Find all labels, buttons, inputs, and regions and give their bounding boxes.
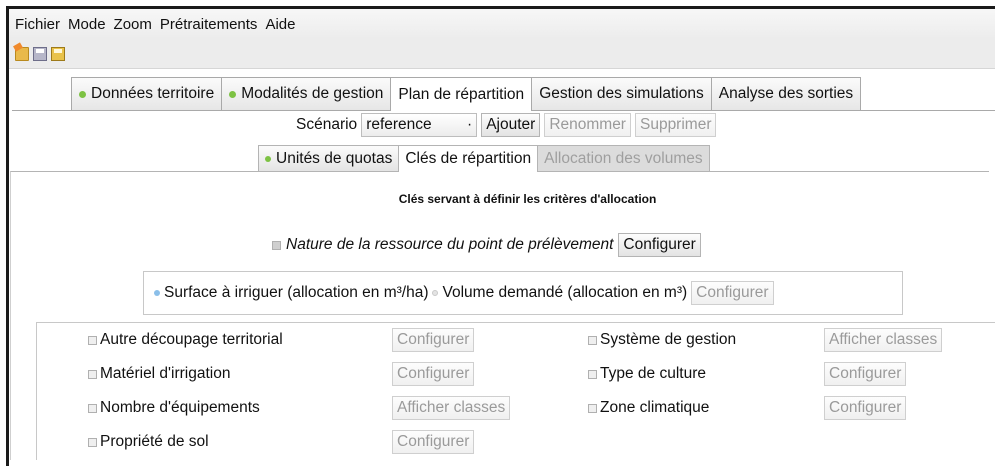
criterion-label: Nombre d'équipements	[100, 399, 260, 416]
zone-climatique-configure-button[interactable]: Configurer	[824, 396, 907, 420]
criterion-label: Matériel d'irrigation	[100, 365, 231, 382]
criterion-autre-decoupage: Autre découpage territorial	[88, 327, 283, 353]
criterion-nombre-equipements: Nombre d'équipements	[88, 395, 260, 421]
tab-donnees-territoire[interactable]: Données territoire	[71, 77, 223, 110]
tab-label: Unités de quotas	[276, 149, 393, 167]
autre-decoupage-configure-button[interactable]: Configurer	[392, 328, 475, 352]
criterion-checkbox[interactable]	[588, 369, 597, 379]
surface-radio-label: Surface à irriguer (allocation en m³/ha)	[164, 284, 429, 301]
dropdown-arrow-icon: ·	[467, 115, 473, 133]
nature-ressource-checkbox[interactable]	[272, 240, 281, 250]
tab-label: Données territoire	[91, 85, 215, 102]
save-as-icon[interactable]	[51, 46, 65, 61]
criterion-materiel-irrigation: Matériel d'irrigation	[88, 361, 230, 387]
allocation-mode-group: Surface à irriguer (allocation en m³/ha)…	[143, 271, 903, 315]
toolbar	[9, 39, 995, 69]
criterion-label: Autre découpage territorial	[100, 331, 283, 348]
criterion-checkbox[interactable]	[88, 437, 97, 447]
volume-radio[interactable]	[432, 290, 439, 296]
menu-bar: Fichier Mode Zoom Prétraitements Aide	[9, 9, 995, 39]
tab-cles-de-repartition[interactable]: Clés de répartition	[398, 145, 539, 172]
criterion-label: Zone climatique	[600, 399, 710, 416]
scenario-row: Scénario reference · Ajouter Renommer Su…	[296, 112, 717, 137]
tab-label: Plan de répartition	[398, 85, 525, 103]
nature-configure-button[interactable]: Configurer	[618, 233, 701, 257]
criterion-propriete-sol: Propriété de sol	[88, 429, 209, 455]
menu-mode[interactable]: Mode	[68, 16, 106, 33]
scenario-label: Scénario	[296, 115, 358, 133]
criterion-systeme-gestion: Système de gestion	[588, 327, 736, 353]
criterion-type-culture: Type de culture	[588, 361, 706, 387]
criterion-checkbox[interactable]	[588, 403, 597, 413]
criterion-checkbox[interactable]	[88, 335, 97, 345]
criterion-checkbox[interactable]	[588, 335, 597, 345]
criterion-checkbox[interactable]	[88, 403, 97, 413]
tab-modalites-de-gestion[interactable]: Modalités de gestion	[221, 77, 392, 110]
tab-plan-de-repartition[interactable]: Plan de répartition	[390, 77, 533, 111]
tab-label: Analyse des sorties	[718, 85, 854, 102]
status-dot-icon	[265, 155, 271, 162]
tab-label: Gestion des simulations	[539, 85, 704, 102]
menu-fichier[interactable]: Fichier	[15, 16, 60, 33]
tab-label: Modalités de gestion	[241, 85, 384, 102]
delete-scenario-button[interactable]: Supprimer	[634, 112, 717, 137]
surface-radio[interactable]	[154, 290, 160, 296]
criterion-label: Propriété de sol	[100, 433, 209, 450]
tab-gestion-des-simulations[interactable]: Gestion des simulations	[531, 77, 712, 110]
allocation-configure-button[interactable]: Configurer	[691, 281, 774, 305]
scenario-value: reference	[366, 115, 432, 133]
tab-label: Allocation des volumes	[544, 149, 703, 167]
open-folder-icon[interactable]	[15, 46, 29, 61]
main-tab-bar: Données territoire Modalités de gestion …	[71, 77, 862, 111]
menu-pretraitements[interactable]: Prétraitements	[160, 16, 258, 33]
criterion-zone-climatique: Zone climatique	[588, 395, 709, 421]
criterion-label: Type de culture	[600, 365, 706, 382]
volume-radio-label: Volume demandé (allocation en m³)	[442, 284, 688, 301]
propriete-sol-configure-button[interactable]: Configurer	[392, 430, 475, 454]
systeme-gestion-classes-button[interactable]: Afficher classes	[824, 328, 943, 352]
add-scenario-button[interactable]: Ajouter	[481, 112, 541, 137]
section-heading: Clés servant à définir les critères d'al…	[398, 192, 657, 206]
rename-scenario-button[interactable]: Renommer	[544, 112, 631, 137]
criterion-checkbox[interactable]	[88, 369, 97, 379]
scenario-select[interactable]: reference ·	[361, 112, 478, 137]
sub-tab-bar: Unités de quotas Clés de répartition All…	[258, 145, 710, 172]
status-dot-icon	[229, 90, 237, 98]
tab-analyse-des-sorties[interactable]: Analyse des sorties	[710, 77, 862, 110]
tab-unites-de-quotas[interactable]: Unités de quotas	[258, 145, 400, 171]
status-dot-icon	[79, 90, 86, 98]
nature-ressource-row: Nature de la ressource du point de prélè…	[272, 232, 701, 258]
tab-allocation-des-volumes[interactable]: Allocation des volumes	[537, 145, 710, 171]
criterion-label: Système de gestion	[600, 331, 737, 348]
materiel-configure-button[interactable]: Configurer	[392, 362, 475, 386]
tab-label: Clés de répartition	[405, 150, 532, 167]
menu-aide[interactable]: Aide	[265, 16, 295, 33]
nombre-equipements-classes-button[interactable]: Afficher classes	[392, 396, 511, 420]
type-culture-configure-button[interactable]: Configurer	[824, 362, 907, 386]
save-icon[interactable]	[33, 46, 47, 61]
nature-ressource-label: Nature de la ressource du point de prélè…	[286, 236, 614, 253]
menu-zoom[interactable]: Zoom	[114, 16, 152, 33]
